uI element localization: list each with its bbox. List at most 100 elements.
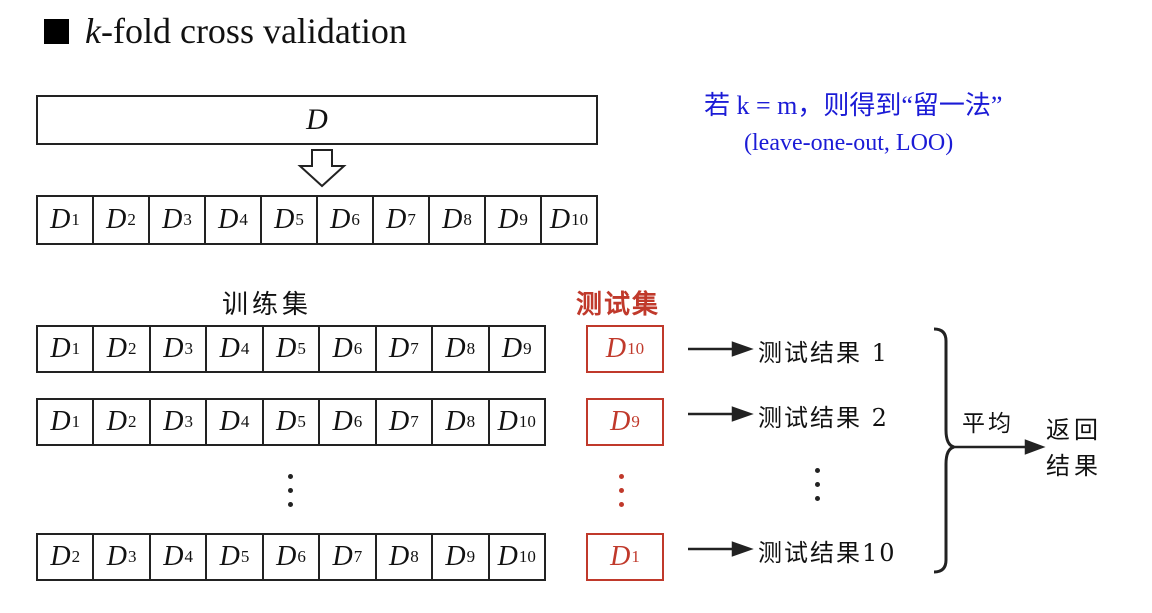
subset-subscript: 7 — [407, 210, 416, 229]
subset-d-letter: D — [106, 333, 128, 364]
subset-d-letter: D — [445, 333, 466, 364]
subset-cell: D4 — [206, 197, 262, 243]
subset-d-letter: D — [332, 333, 353, 364]
subset-d-letter: D — [498, 204, 519, 235]
test-ellipsis-icon — [619, 474, 624, 507]
subset-d-letter: D — [50, 204, 71, 235]
subset-d-letter: D — [218, 204, 239, 235]
result-arrow-icon — [688, 541, 754, 557]
subset-subscript: 6 — [351, 210, 360, 229]
subset-subscript: 6 — [353, 412, 363, 431]
subset-d-letter: D — [219, 406, 240, 437]
subset-subscript: 7 — [410, 412, 419, 431]
subset-cell: D6 — [320, 327, 377, 371]
subset-d-letter: D — [276, 333, 297, 364]
subset-subscript: 5 — [297, 339, 306, 358]
subset-d-letter: D — [497, 541, 518, 572]
subset-d-letter: D — [50, 406, 71, 437]
subset-d-letter: D — [163, 406, 184, 437]
subset-cell: D5 — [264, 400, 321, 444]
fold-1-result: 测试结果 1 — [758, 339, 889, 367]
subset-d-letter: D — [50, 333, 71, 364]
subset-cell: D4 — [151, 535, 208, 579]
fold-10-test-box: D1 — [586, 533, 664, 581]
subset-cell: D3 — [150, 197, 206, 243]
subset-cell: D2 — [94, 327, 151, 371]
subset-cell: D9 — [490, 327, 544, 371]
fold-10-result: 测试结果10 — [758, 539, 897, 567]
subset-subscript: 9 — [519, 210, 528, 229]
subset-subscript: 3 — [184, 339, 193, 358]
subset-cell: D6 — [264, 535, 321, 579]
subset-cell: D3 — [151, 327, 208, 371]
subset-cell: D8 — [377, 535, 434, 579]
subset-subscript: 8 — [463, 210, 472, 229]
subset-d-letter: D — [386, 204, 407, 235]
subset-subscript: 3 — [184, 412, 193, 431]
test-subscript: 1 — [631, 547, 640, 566]
subset-subscript: 6 — [297, 547, 306, 566]
subset-cell: D1 — [38, 327, 95, 371]
subset-cell: D5 — [262, 197, 318, 243]
subset-d-letter: D — [330, 204, 351, 235]
subset-subscript: 5 — [295, 210, 304, 229]
subset-d-letter: D — [274, 204, 295, 235]
subset-subscript: 8 — [410, 547, 419, 566]
train-set-label: 训练集 — [222, 290, 313, 320]
subset-subscript: 1 — [71, 339, 81, 358]
subset-d-letter: D — [162, 204, 183, 235]
subset-cell: D5 — [264, 327, 321, 371]
subset-cell: D8 — [433, 327, 490, 371]
subset-subscript: 3 — [128, 547, 137, 566]
subset-cell: D7 — [377, 400, 434, 444]
subset-cell: D1 — [38, 400, 95, 444]
fold-1-test-box: D 10 — [586, 325, 664, 373]
split-down-arrow-icon — [297, 149, 347, 188]
fold-2-result: 测试结果 2 — [758, 404, 889, 432]
return-result-label: 返回结果 — [1046, 416, 1102, 480]
subset-subscript: 7 — [353, 547, 363, 566]
fold-1-train-row: D1D2D3D4D5D6D7D8D9 — [36, 325, 546, 373]
subset-cell: D2 — [94, 400, 151, 444]
subset-subscript: 2 — [71, 547, 81, 566]
subset-subscript: 6 — [353, 339, 363, 358]
subset-cell: D4 — [207, 327, 264, 371]
subset-cell: D8 — [433, 400, 490, 444]
subset-d-letter: D — [445, 541, 466, 572]
test-d-letter: D — [610, 406, 631, 437]
subset-d-letter: D — [276, 541, 297, 572]
test-subscript: 9 — [631, 412, 640, 431]
right-brace-icon — [933, 327, 955, 574]
subset-d-letter: D — [549, 204, 571, 235]
subset-cell: D7 — [377, 327, 434, 371]
subset-d-letter: D — [106, 204, 127, 235]
subset-subscript: 4 — [184, 547, 193, 566]
subsets-row: D 1 D 2 D 3 D 4 D 5 D 6 D 7 D 8 D 9 D 10 — [36, 195, 598, 245]
subset-d-letter: D — [276, 406, 297, 437]
subset-subscript: 9 — [523, 339, 532, 358]
subset-cell: D5 — [207, 535, 264, 579]
subset-subscript: 1 — [71, 210, 80, 229]
subset-cell: D 10 — [490, 535, 544, 579]
subset-d-letter: D — [219, 333, 240, 364]
subset-subscript: 7 — [410, 339, 419, 358]
subset-d-letter: D — [50, 541, 71, 572]
fold-2-test-box: D9 — [586, 398, 664, 446]
subset-cell: D8 — [430, 197, 486, 243]
subset-cell: D 10 — [490, 400, 544, 444]
subset-d-letter: D — [106, 541, 128, 572]
train-ellipsis-icon — [288, 474, 293, 507]
subset-cell: D6 — [320, 400, 377, 444]
subset-d-letter: D — [332, 406, 353, 437]
result-arrow-icon — [688, 406, 754, 422]
subset-subscript: 3 — [183, 210, 192, 229]
subset-d-letter: D — [332, 541, 353, 572]
subset-cell: D7 — [374, 197, 430, 243]
subset-d-letter: D — [388, 541, 410, 572]
subset-d-letter: D — [106, 406, 128, 437]
result-arrow-icon — [688, 341, 754, 357]
subset-subscript: 2 — [127, 210, 136, 229]
subset-subscript: 2 — [128, 412, 137, 431]
test-d-letter: D — [605, 333, 627, 364]
subset-cell: D3 — [94, 535, 151, 579]
